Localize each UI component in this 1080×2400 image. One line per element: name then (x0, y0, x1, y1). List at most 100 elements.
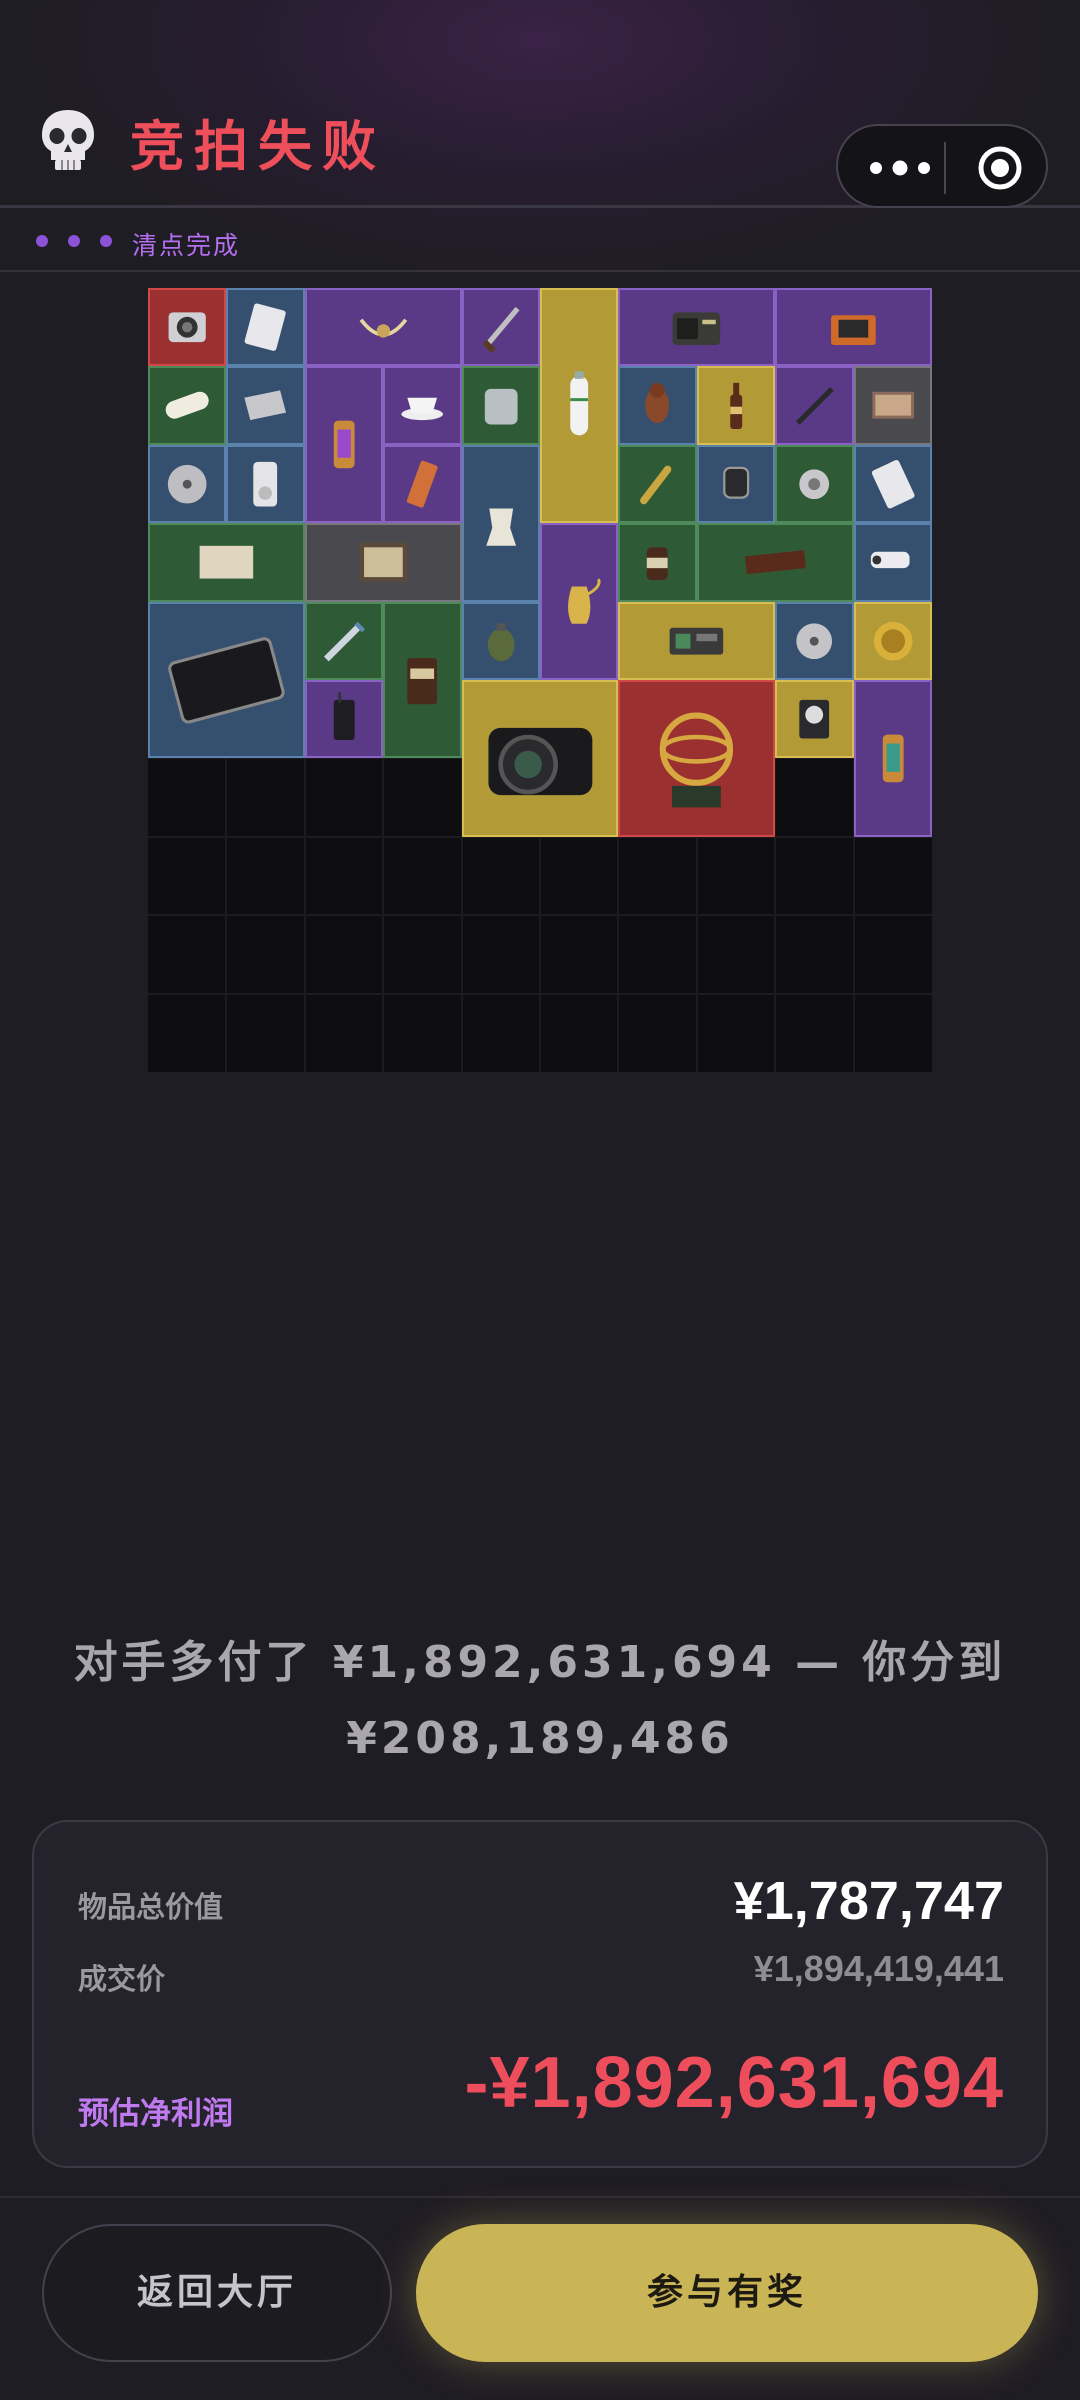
inventory-item-hard-drive (775, 601, 854, 680)
dagger-icon (482, 306, 520, 354)
toolbox-icon (831, 315, 876, 346)
result-header: 竞拍失败 (0, 0, 1080, 208)
message-line-2: ¥208,189,486 (346, 1713, 734, 1764)
radio-icon (672, 312, 721, 346)
syringe-icon (323, 621, 365, 662)
camera-module-icon (168, 312, 206, 343)
inventory-item-armillary-sphere (618, 680, 776, 837)
target-circle-icon[interactable] (976, 144, 1024, 192)
inventory-item-mp3-player (226, 444, 305, 524)
capsule-divider (944, 142, 946, 194)
inventory-item-syringe (304, 601, 384, 680)
ewer-icon (568, 578, 601, 624)
old-map-icon (199, 546, 254, 579)
inventory-item-pouch (461, 366, 540, 445)
inventory-item-gauge-meter (775, 680, 854, 759)
page-title: 竞拍失败 (130, 115, 386, 178)
inventory-item-jar (618, 523, 697, 602)
inventory-item-calculator (853, 444, 932, 524)
pen-icon (796, 387, 835, 426)
walkie-talkie-icon (333, 692, 355, 741)
smartwatch-icon (722, 466, 750, 499)
inventory-item-coffee-bag (383, 601, 462, 759)
tablet-icon (168, 636, 285, 724)
inventory-item-wooden-plank (696, 523, 854, 602)
join-reward-button[interactable]: 参与有奖 (416, 2224, 1038, 2362)
bird-figurine-icon (645, 383, 670, 424)
inventory-item-lantern (304, 366, 384, 524)
lantern-2-icon (882, 734, 904, 783)
lantern-icon (333, 420, 355, 469)
deal-price-label: 成交价 (78, 1962, 166, 1996)
inventory-item-smartwatch (696, 444, 776, 524)
inventory-item-bottle (696, 366, 776, 445)
inventory-item-bird-figurine (618, 366, 697, 445)
inventory-item-grenade (461, 601, 540, 680)
disc-icon (167, 464, 207, 504)
medallion-icon (873, 621, 913, 661)
inventory-item-disc (148, 444, 227, 524)
jar-icon (647, 547, 669, 581)
inventory-item-circuit-board (618, 601, 776, 680)
summary-card: 物品总价值 ¥1,787,747 成交价 ¥1,894,419,441 预估净利… (32, 1820, 1048, 2168)
inventory-item-cctv-camera (853, 523, 932, 602)
framed-map-icon (359, 543, 408, 582)
wooden-plank-icon (744, 550, 806, 575)
back-to-lobby-button[interactable]: 返回大厅 (42, 2224, 392, 2362)
armillary-sphere-icon (660, 712, 734, 808)
inventory-item-ewer (540, 523, 619, 680)
inventory-item-snack-bar (383, 444, 462, 524)
message-line-1: 对手多付了 ¥1,892,631,694 — 你分到 (73, 1637, 1007, 1688)
more-dots-icon[interactable] (868, 156, 932, 180)
skull-icon (42, 110, 94, 170)
cctv-camera-icon (870, 551, 910, 569)
moka-pot-icon (485, 508, 516, 546)
inventory-item-bullet (618, 444, 697, 524)
teacup-icon (401, 398, 444, 421)
inventory-item-toolbox (775, 288, 932, 367)
inventory-item-moka-pot (461, 444, 540, 602)
footer-divider (0, 2196, 1080, 2198)
deal-price-value: ¥1,894,419,441 (753, 1948, 1004, 1989)
snack-bar-icon (406, 460, 438, 508)
bottle-icon (730, 383, 742, 430)
net-profit-value: -¥1,892,631,694 (464, 2043, 1004, 2123)
grid-line (148, 992, 932, 995)
net-profit-label: 预估净利润 (78, 2096, 233, 2132)
inventory-item-medallion (853, 601, 932, 680)
gauge-meter-icon (799, 699, 830, 739)
pouch-icon (484, 389, 518, 425)
tray-icon (244, 390, 287, 421)
inventory-item-walkie-talkie (304, 680, 384, 759)
bandage-roll-icon (165, 392, 209, 420)
inventory-item-radio (618, 288, 776, 367)
inventory-item-lantern-2 (853, 680, 932, 837)
grenade-icon (487, 622, 515, 661)
bullet-icon (640, 465, 672, 505)
total-value: ¥1,787,747 (733, 1871, 1004, 1931)
calculator-icon (871, 459, 915, 509)
circuit-board-icon (670, 627, 724, 655)
inventory-item-pen (775, 366, 854, 445)
inventory-item-bandage-roll (148, 366, 227, 445)
coffee-bag-icon (407, 657, 438, 704)
inventory-item-old-map (148, 523, 305, 602)
gear-part-icon (799, 469, 830, 499)
status-bar: 清点完成 (0, 210, 1080, 272)
result-message: 对手多付了 ¥1,892,631,694 — 你分到 ¥208,189,486 (0, 1625, 1080, 1777)
inventory-item-camera-module (148, 288, 227, 367)
matchbox-icon (871, 392, 914, 419)
inventory-item-oxygen-tank (540, 288, 619, 524)
mini-program-capsule (836, 124, 1048, 208)
dslr-camera-icon (488, 727, 592, 796)
total-value-label: 物品总价值 (78, 1890, 224, 1924)
inventory-item-tablet (148, 601, 305, 759)
grid-line (148, 914, 932, 917)
mp3-player-icon (253, 461, 278, 507)
data-card-icon (245, 303, 287, 351)
inventory-item-gear-part (775, 444, 854, 524)
oxygen-tank-icon (570, 371, 589, 436)
inventory-item-tray (226, 366, 305, 445)
inventory-item-dslr-camera (461, 680, 619, 837)
inventory-item-matchbox (853, 366, 932, 445)
